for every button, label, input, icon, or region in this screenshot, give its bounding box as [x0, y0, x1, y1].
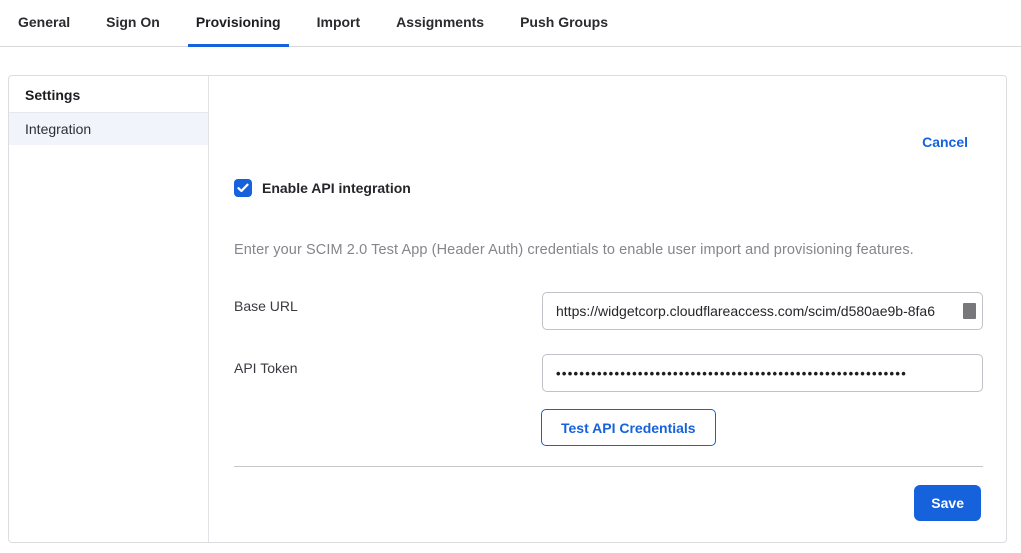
save-button[interactable]: Save [914, 485, 981, 521]
enable-api-integration-row: Enable API integration [234, 179, 411, 197]
base-url-input[interactable] [542, 292, 983, 330]
tab-general[interactable]: General [10, 0, 78, 47]
settings-sidebar: Settings Integration [9, 76, 209, 542]
enable-api-checkbox-label: Enable API integration [262, 180, 411, 196]
tab-provisioning[interactable]: Provisioning [188, 0, 289, 47]
provisioning-panel: Settings Integration Cancel Enable API i… [8, 75, 1007, 543]
enable-api-checkbox[interactable] [234, 179, 252, 197]
footer-divider [234, 466, 983, 467]
cancel-link[interactable]: Cancel [922, 134, 968, 150]
tab-assignments[interactable]: Assignments [388, 0, 492, 47]
sidebar-item-integration[interactable]: Integration [9, 113, 208, 145]
tab-push-groups[interactable]: Push Groups [512, 0, 616, 47]
sidebar-header-settings: Settings [9, 76, 208, 113]
base-url-label: Base URL [234, 298, 298, 314]
app-provisioning-page: General Sign On Provisioning Import Assi… [0, 0, 1021, 553]
app-tab-bar: General Sign On Provisioning Import Assi… [0, 0, 1021, 47]
tab-import[interactable]: Import [309, 0, 369, 47]
base-url-input-wrap [542, 292, 983, 330]
tab-sign-on[interactable]: Sign On [98, 0, 168, 47]
check-icon [237, 183, 249, 193]
credentials-description: Enter your SCIM 2.0 Test App (Header Aut… [234, 242, 976, 258]
test-api-credentials-button[interactable]: Test API Credentials [541, 409, 716, 446]
api-token-label: API Token [234, 360, 298, 376]
api-token-input-wrap [542, 354, 983, 392]
api-token-input[interactable] [542, 354, 983, 392]
integration-settings-form: Cancel Enable API integration Enter your… [209, 76, 1006, 542]
